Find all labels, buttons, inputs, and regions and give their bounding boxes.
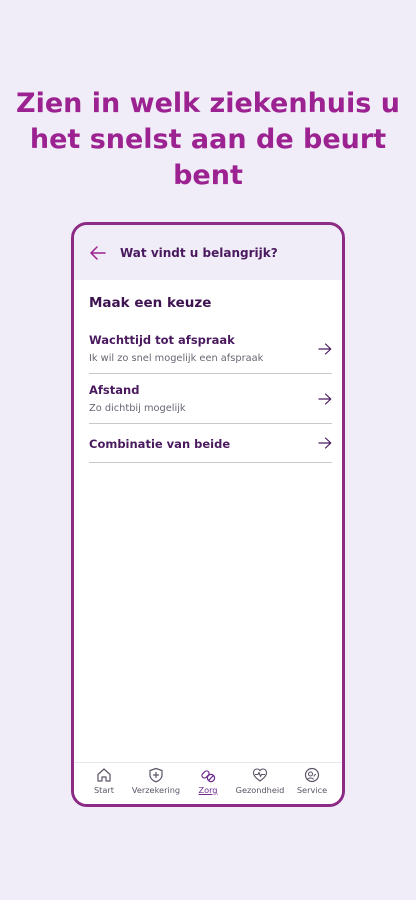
pills-icon (201, 770, 216, 783)
option-afstand[interactable]: Afstand Zo dichtbij mogelijk (89, 374, 332, 424)
option-description: Ik wil zo snel mogelijk een afspraak (89, 353, 264, 364)
nav-item-gezondheid[interactable]: Gezondheid (234, 767, 286, 795)
nav-label: Zorg (198, 785, 218, 795)
nav-item-service[interactable]: Service (286, 767, 338, 795)
bottom-navigation: Start Verzekering Zorg Gezondheid Servic… (74, 762, 342, 804)
option-combinatie[interactable]: Combinatie van beide (89, 424, 332, 463)
arrow-right-icon (318, 437, 332, 449)
arrow-left-icon[interactable] (90, 245, 106, 261)
nav-label: Verzekering (131, 785, 181, 795)
nav-label: Service (296, 785, 328, 795)
nav-item-zorg[interactable]: Zorg (182, 767, 234, 795)
page-title: Wat vindt u belangrijk? (120, 245, 278, 260)
section-title: Maak een keuze (89, 295, 212, 311)
arrow-right-icon (318, 393, 332, 405)
app-bar: Wat vindt u belangrijk? (74, 225, 342, 280)
home-icon (97, 768, 111, 782)
nav-item-start[interactable]: Start (78, 767, 130, 795)
option-wachttijd[interactable]: Wachttijd tot afspraak Ik wil zo snel mo… (89, 324, 332, 374)
headline-line-1: Zien in welk ziekenhuis u (16, 88, 400, 119)
shield-plus-icon (149, 767, 163, 783)
nav-item-verzekering[interactable]: Verzekering (130, 767, 182, 795)
promo-headline: Zien in welk ziekenhuis u het snelst aan… (0, 86, 416, 194)
phone-frame: Wat vindt u belangrijk? Maak een keuze W… (71, 222, 345, 807)
heartbeat-icon (252, 768, 268, 782)
nav-label: Start (93, 785, 114, 795)
nav-label: Gezondheid (235, 785, 285, 795)
option-description: Zo dichtbij mogelijk (89, 403, 186, 414)
option-label: Afstand (89, 383, 140, 397)
support-icon (304, 767, 320, 783)
option-label: Wachttijd tot afspraak (89, 333, 235, 347)
option-label: Combinatie van beide (89, 437, 231, 451)
headline-line-2: het snelst aan de beurt bent (29, 124, 387, 191)
arrow-right-icon (318, 343, 332, 355)
